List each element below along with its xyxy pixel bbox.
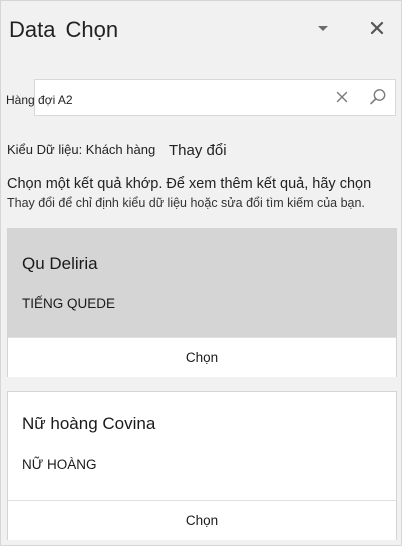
- select-result-button[interactable]: Chọn: [8, 500, 396, 540]
- result-name: Nữ hoàng Covina: [22, 414, 156, 433]
- pane-header: Data Chọn: [1, 1, 401, 61]
- pane-title-part2: Chọn: [65, 17, 119, 42]
- result-card-body[interactable]: Qu Deliria TIẾNG QUEDE: [8, 229, 396, 337]
- clear-search-button[interactable]: [333, 88, 351, 106]
- result-subtitle: TIẾNG QUEDE: [22, 296, 116, 311]
- result-subtitle: NỮ HOÀNG: [22, 457, 97, 472]
- search-input[interactable]: [35, 80, 325, 115]
- result-card[interactable]: Nữ hoàng Covina NỮ HOÀNG Chọn: [7, 391, 397, 540]
- instruction-line-1: Chọn một kết quả khớp. Để xem thêm kết q…: [7, 176, 372, 192]
- search-box: [34, 79, 396, 116]
- result-card[interactable]: Qu Deliria TIẾNG QUEDE Chọn: [7, 228, 397, 377]
- search-icon: [370, 89, 386, 105]
- clear-icon: [336, 91, 348, 103]
- instruction-line-2: Thay đổi để chỉ định kiểu dữ liệu hoặc s…: [7, 196, 365, 210]
- result-card-body[interactable]: Nữ hoàng Covina NỮ HOÀNG: [8, 392, 396, 500]
- pane-options-button[interactable]: [310, 15, 336, 41]
- pane-title-part1: Data: [9, 17, 56, 42]
- search-button[interactable]: [368, 87, 388, 107]
- data-selector-pane: Data Chọn Hàng đợi A2 Kiểu Dữ liệu: Khác…: [0, 0, 402, 546]
- close-icon: [370, 21, 384, 35]
- result-name: Qu Deliria: [22, 254, 98, 273]
- select-result-button[interactable]: Chọn: [8, 337, 396, 377]
- close-button[interactable]: [364, 15, 390, 41]
- pane-title: Data Chọn: [9, 17, 118, 43]
- change-data-type-link[interactable]: Thay đổi: [169, 142, 227, 159]
- search-value: Hàng đợi A2: [6, 93, 73, 107]
- chevron-down-icon: [318, 26, 328, 31]
- data-type-label: Kiểu Dữ liệu: Khách hàng: [7, 142, 156, 157]
